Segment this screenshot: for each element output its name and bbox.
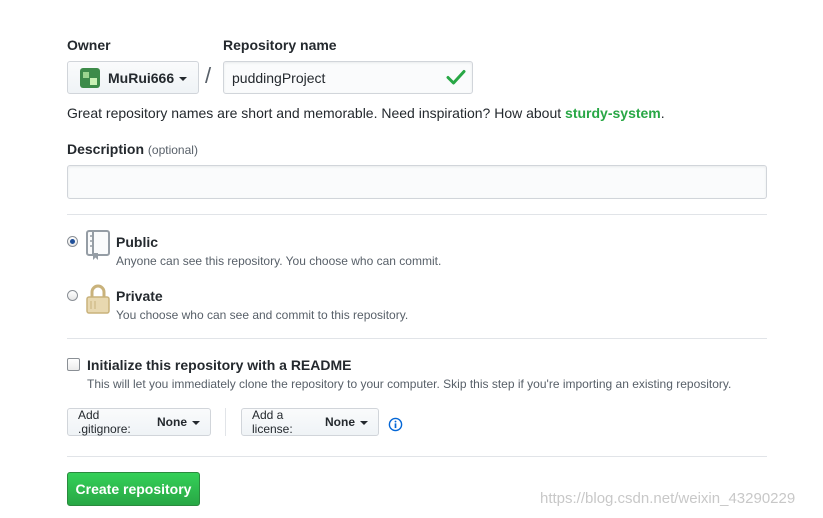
owner-label: Owner (67, 37, 111, 53)
license-value: None (325, 415, 355, 429)
lock-icon (86, 284, 110, 314)
avatar (80, 67, 100, 88)
divider (67, 456, 767, 457)
repo-name-label: Repository name (223, 37, 337, 53)
license-label: Add a license: (252, 408, 293, 436)
private-title: Private (116, 288, 163, 304)
init-readme-note: This will let you immediately clone the … (87, 377, 732, 391)
gitignore-value: None (157, 415, 187, 429)
optional-note: (optional) (147, 143, 198, 157)
public-note: Anyone can see this repository. You choo… (116, 254, 442, 268)
init-readme-checkbox[interactable] (67, 358, 80, 371)
create-repository-button[interactable]: Create repository (67, 472, 200, 506)
caret-down-icon (179, 76, 188, 81)
license-select[interactable]: Add a license: None (241, 408, 379, 436)
divider (67, 214, 767, 215)
divider (67, 338, 767, 339)
public-title: Public (116, 234, 159, 250)
owner-name: MuRui666 (108, 69, 175, 86)
hint-end: . (660, 105, 665, 121)
gitignore-select[interactable]: Add .gitignore: None (67, 408, 211, 436)
gitignore-label: Add .gitignore: (78, 408, 131, 436)
description-input[interactable] (67, 165, 767, 199)
description-label: Description (optional) (67, 141, 198, 157)
repo-name-hint: Great repository names are short and mem… (67, 105, 665, 121)
check-icon (446, 70, 466, 85)
description-label-text: Description (67, 141, 145, 157)
repo-name-input[interactable] (223, 61, 473, 94)
public-radio[interactable] (67, 236, 78, 247)
owner-repo-separator: / (205, 63, 212, 88)
private-note: You choose who can see and commit to thi… (116, 308, 409, 322)
hint-text: Great repository names are short and mem… (67, 105, 566, 121)
caret-down-icon (360, 421, 368, 425)
name-suggestion-link[interactable]: sturdy-system (565, 105, 661, 121)
info-icon[interactable] (388, 417, 403, 432)
caret-down-icon (192, 421, 200, 425)
private-radio[interactable] (67, 290, 78, 301)
init-readme-title: Initialize this repository with a README (87, 357, 352, 373)
vertical-divider (225, 408, 226, 436)
repo-book-icon (86, 230, 110, 260)
watermark: https://blog.csdn.net/weixin_43290229 (540, 490, 796, 507)
owner-select-button[interactable]: MuRui666 (67, 61, 199, 94)
